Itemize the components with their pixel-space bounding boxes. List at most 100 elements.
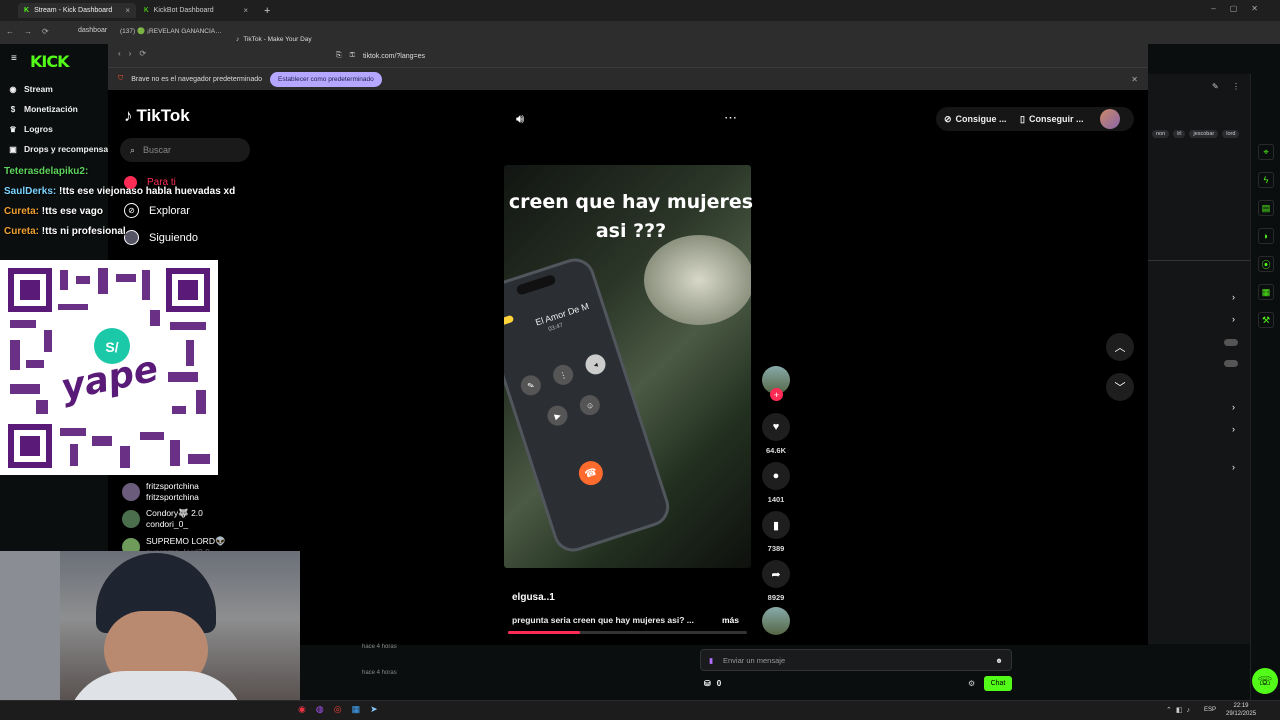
video-caption: creen que hay mujeres asi ??? [508, 191, 754, 242]
save-button[interactable]: ▮ [762, 511, 790, 539]
profile-avatar[interactable] [1100, 109, 1120, 129]
tab-label: KickBot Dashboard [153, 7, 214, 14]
tag[interactable]: lord [1222, 130, 1240, 138]
support-button[interactable]: ☏ [1252, 668, 1278, 694]
close-icon[interactable]: ✕ [1131, 75, 1138, 84]
search-input[interactable]: ⌕ Buscar [120, 138, 250, 162]
doc-icon[interactable]: ▤ [1258, 200, 1274, 216]
tag[interactable]: lrl [1173, 130, 1186, 138]
window-controls[interactable]: –▢✕ [1211, 4, 1272, 13]
new-tab-button[interactable]: + [258, 3, 272, 18]
broadcast-icon[interactable]: ⦿ [1258, 256, 1274, 272]
share-icon: ➦ [771, 568, 781, 581]
follower-handle: condori_0_ [146, 519, 189, 529]
emoji-icon[interactable]: ☻ [995, 656, 1003, 665]
menu-icon[interactable]: ≡ [11, 53, 17, 64]
chrome-icon[interactable]: ◉ [298, 704, 306, 715]
popup-url-field[interactable]: ⎘ ⚿ tiktok.com/?lang=es [336, 48, 736, 64]
edit-icon[interactable]: ✎ [1212, 82, 1219, 91]
bookmark-icon: ⎘ [336, 52, 342, 59]
close-icon[interactable]: × [243, 6, 248, 15]
follow-plus-icon[interactable]: + [770, 388, 783, 401]
chevron-right-icon[interactable]: › [1232, 314, 1235, 324]
obs-icon[interactable]: ◎ [334, 704, 342, 715]
kick-logo[interactable]: KICK [30, 52, 69, 71]
steam-icon[interactable]: ➤ [370, 704, 378, 715]
tiktok-logo[interactable]: ♪ TikTok [124, 106, 190, 126]
chat-overlay-line: Cureta: !tts ni profesional [4, 226, 126, 237]
yape-badge: S/ [105, 339, 118, 355]
language-indicator[interactable]: ESP [1204, 707, 1216, 713]
settings-icon[interactable]: ⚙ [968, 679, 975, 688]
layout-icon[interactable]: ▦ [1258, 284, 1274, 300]
get-coins-button[interactable]: ⊘ Consigue ... [944, 108, 1007, 130]
chat-icon[interactable]: ◗ [1258, 228, 1274, 244]
nav-explore[interactable]: ⊘ Explorar [124, 203, 190, 218]
tray-icons[interactable]: ⌃◧♪ [1166, 706, 1194, 714]
speaker-icon: ◂ [582, 351, 609, 377]
compass-icon: ⊘ [124, 203, 139, 218]
kickbot-favicon-icon: K [144, 7, 149, 14]
nav-following[interactable]: Siguiendo [124, 230, 198, 245]
follower-item[interactable]: fritzsportchina fritzsportchina [122, 481, 199, 503]
like-button[interactable]: ♥ [762, 413, 790, 441]
bolt-icon[interactable]: ϟ [1258, 172, 1274, 188]
nav-label: Explorar [149, 204, 190, 217]
close-icon[interactable]: × [125, 6, 130, 15]
follower-item[interactable]: Condory🐺 2.0 condori_0_ [122, 508, 203, 530]
tab-kick-dashboard[interactable]: K Stream - Kick Dashboard × [18, 3, 136, 18]
stream-icon: ◉ [9, 84, 17, 94]
sidebar-item-label: Stream [24, 84, 53, 94]
wrench-icon[interactable]: ⚒ [1258, 312, 1274, 328]
toggle-switch[interactable] [1224, 360, 1238, 367]
video-progress[interactable] [508, 631, 747, 634]
tag[interactable]: jescobar [1189, 130, 1219, 138]
tab-kickbot[interactable]: K KickBot Dashboard × [138, 3, 254, 18]
points-display[interactable]: ⛁ 0 [704, 679, 721, 688]
video-progress-fill [508, 631, 580, 634]
popup-tab[interactable]: ♪ TikTok - Make Your Day [236, 33, 356, 45]
video-author[interactable]: elgusa..1 [512, 592, 555, 603]
contacts-icon: ☺ [577, 392, 603, 418]
get-app-button[interactable]: ▯ Conseguir ... [1020, 108, 1083, 130]
tag[interactable]: non [1152, 130, 1170, 138]
save-count: 7389 [767, 544, 785, 553]
chevron-right-icon[interactable]: › [1232, 424, 1235, 434]
tab-label: TikTok - Make Your Day [243, 35, 312, 43]
sidebar-item-achievements[interactable]: ♛ Logros [8, 124, 52, 134]
next-video-button[interactable]: ﹀ [1106, 373, 1134, 401]
bookmark-youtube[interactable]: (137) 🟢 ¡REVELAN GANANCIA… [120, 27, 222, 35]
more-icon[interactable]: ⋮ [1232, 82, 1240, 91]
popup-nav-buttons[interactable]: ‹›⟳ [118, 49, 154, 58]
trophy-icon: ♛ [9, 124, 17, 134]
sound-disc[interactable] [762, 607, 790, 635]
chevron-right-icon[interactable]: › [1232, 292, 1235, 302]
sidebar-item-drops[interactable]: ▣ Drops y recompensas [8, 144, 108, 154]
comment-button[interactable]: ● [762, 462, 790, 490]
video-description: pregunta seria creen que hay mujeres asi… [512, 615, 694, 625]
dollar-icon: $ [10, 104, 16, 114]
bookmark-dashboard[interactable]: dashboar [78, 27, 107, 34]
discord-icon[interactable]: ◍ [316, 704, 324, 715]
more-icon[interactable]: ⋯ [724, 110, 737, 126]
toggle-switch[interactable] [1224, 339, 1238, 346]
chat-send-button[interactable]: Chat [984, 676, 1012, 691]
sidebar-item-stream[interactable]: ◉ Stream [8, 84, 53, 94]
volume-icon[interactable]: 🔊︎ [516, 111, 524, 127]
nav-buttons[interactable]: ←→⟳ [6, 27, 59, 36]
previous-video-button[interactable]: ︿ [1106, 333, 1134, 361]
webcam-feed [0, 551, 300, 720]
lock-icon: ⚿ [349, 52, 355, 59]
chat-message-input[interactable]: ▮ Enviar un mensaje ☻ [700, 649, 1012, 671]
share-button[interactable]: ➦ [762, 560, 790, 588]
set-default-button[interactable]: Establecer como predeterminado [270, 71, 382, 87]
phone-call-time: 03:47 [547, 322, 564, 334]
chevron-right-icon[interactable]: › [1232, 462, 1235, 472]
calculator-icon[interactable]: ▦ [352, 704, 361, 715]
shield-icon[interactable]: ⌖ [1258, 144, 1274, 160]
more-link[interactable]: más [722, 615, 739, 625]
sidebar-item-monetization[interactable]: $ Monetización [8, 104, 78, 114]
chevron-right-icon[interactable]: › [1232, 402, 1235, 412]
clock[interactable]: 22:19 29/12/2025 [1226, 702, 1256, 718]
chat-user: Teterasdelapiku2: [4, 166, 89, 177]
